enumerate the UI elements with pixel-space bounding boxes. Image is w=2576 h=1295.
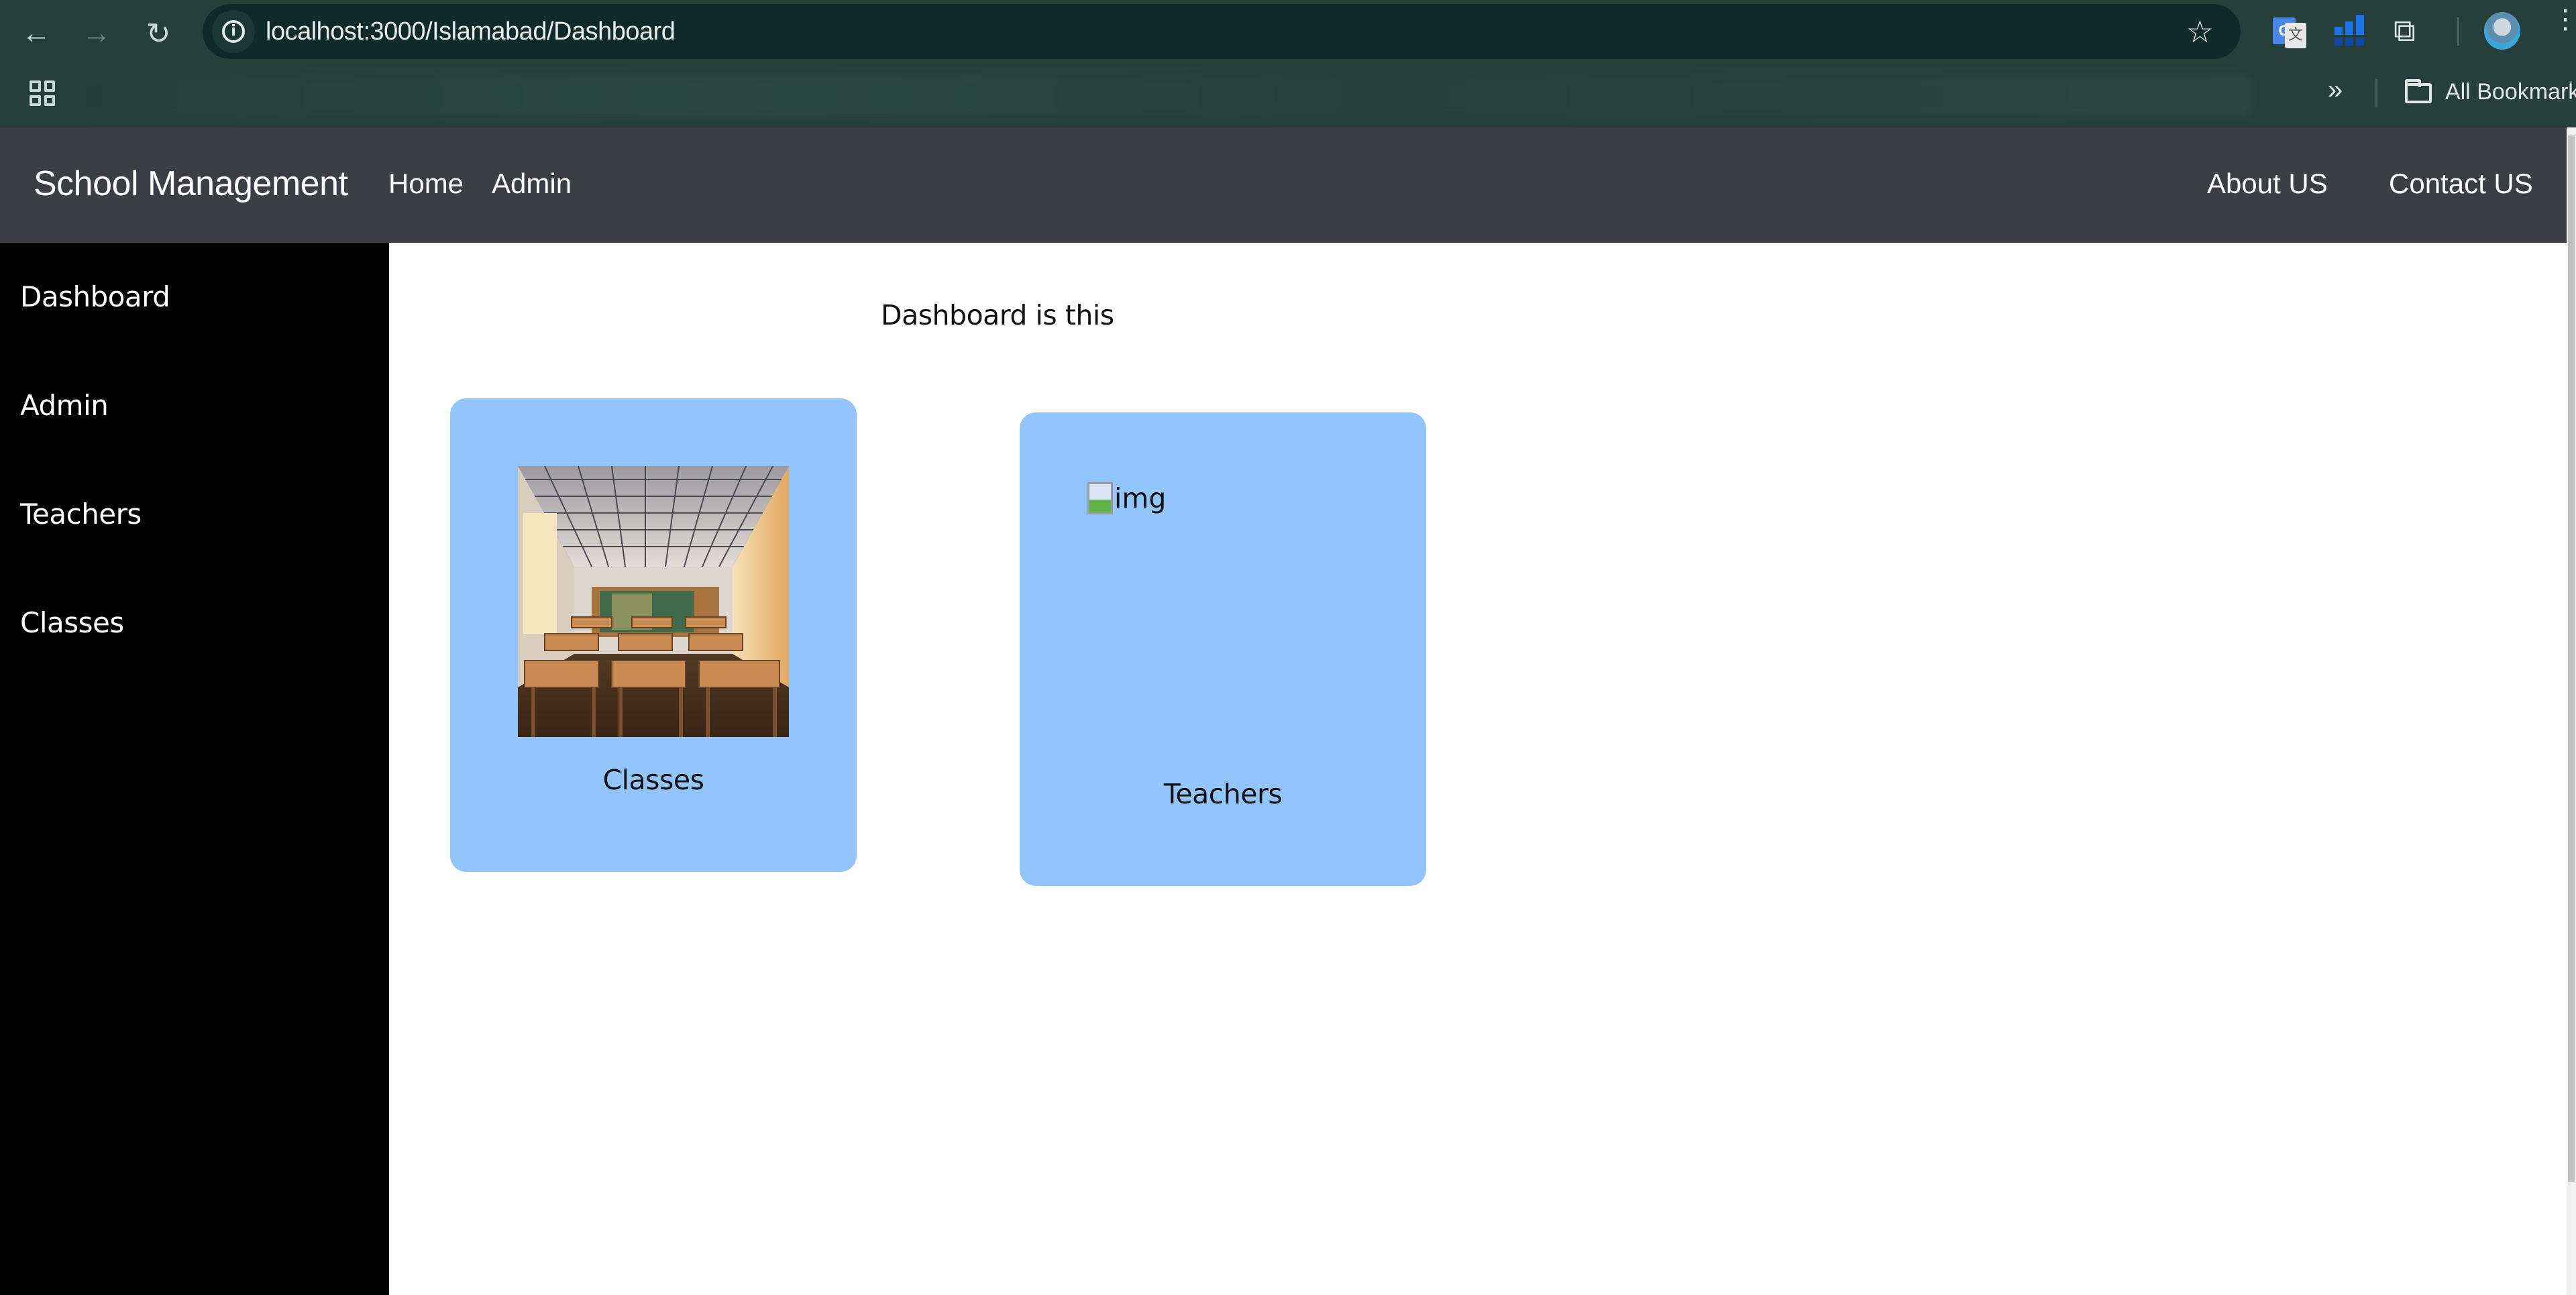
sidebar: Dashboard Admin Teachers Classes [0,243,389,1295]
apps-grid-icon[interactable] [30,80,55,106]
bar-chart-extension-icon-part [2334,38,2343,46]
puzzle-icon[interactable]: ⧉ [2394,12,2416,50]
browser-toolbar: ← → ↻ i localhost:3000/Islamabad/Dashboa… [0,0,2576,64]
nav-link-home[interactable]: Home [388,168,464,200]
reload-icon[interactable]: ↻ [140,15,177,52]
brand-title[interactable]: School Management [34,164,348,204]
bar-chart-extension-icon-part [2345,38,2353,46]
card-label-classes: Classes [602,764,704,796]
google-translate-icon[interactable]: G 文 [2273,13,2309,50]
all-bookmarks-button[interactable]: All Bookmarks [2445,79,2576,105]
info-icon: i [222,20,245,43]
reload-button-glyph: ↻ [146,17,171,50]
kebab-menu-glyph: ⋮ [2552,5,2576,34]
nav-link-contact-us[interactable]: Contact US [2389,168,2533,200]
apps-grid-cell [30,95,41,106]
app-navbar: School Management Home Admin About US Co… [0,127,2567,243]
bar-chart-extension-icon-part [2356,38,2364,46]
bar-chart-extension-icon-part [2356,15,2364,35]
browser-chrome: ← → ↻ i localhost:3000/Islamabad/Dashboa… [0,0,2576,127]
double-chevron-icon[interactable]: » [2328,75,2343,105]
arrow-left-icon[interactable]: ← [17,15,55,52]
star-icon[interactable]: ☆ [2186,13,2214,50]
blurred-bookmarks [74,74,2254,118]
nav-link-admin[interactable]: Admin [492,168,572,200]
kebab-menu-icon[interactable]: ⋮ [2552,6,2576,33]
scrollbar-thumb[interactable] [2568,135,2575,1182]
broken-image-icon [1087,482,1113,514]
back-button-glyph: ← [21,17,51,50]
sidebar-item-classes[interactable]: Classes [20,606,124,639]
address-bar[interactable]: i localhost:3000/Islamabad/Dashboard ☆ [203,4,2241,59]
arrow-right-icon[interactable]: → [78,15,115,52]
card-teachers[interactable]: img Teachers [1020,412,1426,886]
site-info-button[interactable]: i [212,10,255,53]
card-classes[interactable]: Classes [450,398,857,872]
bar-chart-extension-icon[interactable] [2334,13,2371,50]
apps-grid-cell [44,95,55,106]
image-alt-text: img [1114,482,1167,514]
page-scrollbar[interactable] [2567,127,2576,1295]
sidebar-item-admin[interactable]: Admin [20,389,109,422]
apps-grid-cell [44,80,55,92]
translate-t-glyph: 文 [2285,23,2306,48]
avatar[interactable] [2484,12,2520,50]
url-text[interactable]: localhost:3000/Islamabad/Dashboard [266,17,676,46]
bar-chart-extension-icon-part [2334,27,2343,35]
card-label-teachers: Teachers [1163,778,1283,810]
classroom-photo [518,466,789,737]
main-content: Dashboard is this Classes img Teachers [389,243,2567,1295]
forward-button-glyph: → [82,17,111,50]
apps-grid-cell [30,80,41,92]
nav-link-about-us[interactable]: About US [2207,168,2328,200]
page-title: Dashboard is this [881,299,1114,331]
toolbar-divider [2457,17,2459,46]
classroom-image [518,466,789,737]
sidebar-item-dashboard[interactable]: Dashboard [20,280,170,313]
sidebar-item-teachers[interactable]: Teachers [20,498,142,530]
bar-chart-extension-icon-part [2345,21,2353,35]
broken-image: img [1087,482,1166,514]
bookmarks-divider [2375,79,2377,107]
folder-icon[interactable] [2405,79,2432,103]
